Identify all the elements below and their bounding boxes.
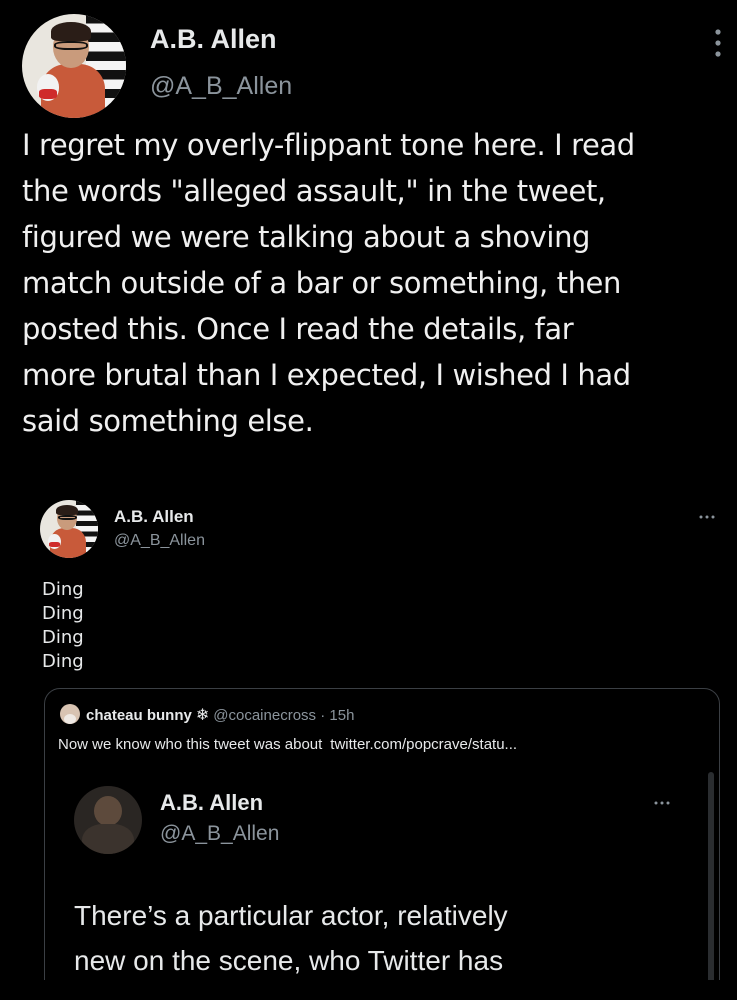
bottom-edge [0,980,737,1000]
tweet-text-line: said something else. [22,404,314,438]
quote-timestamp: · 15h [320,707,355,724]
tweet-text: I regret my overly-flippant tone here. I… [22,122,722,444]
nested-tweet-text: There’s a particular actor, relatively n… [74,893,694,983]
scrollbar[interactable] [708,772,714,984]
quoted-author-handle[interactable]: @A_B_Allen [114,532,205,550]
quote-author-name[interactable]: chateau bunny [86,707,192,724]
tweet-text-line: match outside of a bar or something, the… [22,266,621,300]
tweet-text-line: I regret my overly-flippant tone here. I… [22,128,635,162]
quoted-text-line: Ding [42,627,84,648]
horizontal-ellipsis-icon [654,801,670,805]
tweet-screenshot: A.B. Allen @A_B_Allen I regret my overly… [0,0,737,1000]
quote-author-handle[interactable]: @cocainecross [213,707,316,724]
nested-text-line: new on the scene, who Twitter has [74,945,504,976]
tweet-text-line: posted this. Once I read the details, fa… [22,312,574,346]
quote-text-body: Now we know who this tweet was about [58,736,323,753]
more-options-icon[interactable] [713,28,723,58]
quote-text: Now we know who this tweet was about twit… [58,736,517,753]
quote-author-avatar[interactable] [60,704,80,724]
quoted-author-avatar[interactable] [40,500,98,558]
quoted-more-options-icon[interactable] [699,508,715,524]
tweet-text-line: more brutal than I expected, I wished I … [22,358,631,392]
author-avatar[interactable] [22,14,126,118]
tweet-text-line: the words "alleged assault," in the twee… [22,174,606,208]
nested-author-display-name[interactable]: A.B. Allen [160,790,263,816]
snowflake-icon: ❄ [195,707,210,724]
nested-author-avatar[interactable] [74,786,142,854]
tweet-text-line: figured we were talking about a shoving [22,220,591,254]
quoted-tweet-text: Ding Ding Ding Ding [42,578,84,674]
quote-link[interactable]: twitter.com/popcrave/statu... [330,736,517,753]
nested-more-options-icon[interactable] [654,794,670,810]
quoted-text-line: Ding [42,603,84,624]
nested-author-handle[interactable]: @A_B_Allen [160,822,279,846]
horizontal-ellipsis-icon [699,515,715,519]
vertical-ellipsis-icon [715,29,721,57]
author-display-name[interactable]: A.B. Allen [150,24,277,55]
quoted-text-line: Ding [42,651,84,672]
nested-text-line: There’s a particular actor, relatively [74,900,508,931]
author-handle[interactable]: @A_B_Allen [150,72,292,101]
quoted-text-line: Ding [42,579,84,600]
quote-author-line: chateau bunny ❄ @cocainecross · 15h [86,705,354,725]
quoted-author-display-name[interactable]: A.B. Allen [114,507,194,527]
